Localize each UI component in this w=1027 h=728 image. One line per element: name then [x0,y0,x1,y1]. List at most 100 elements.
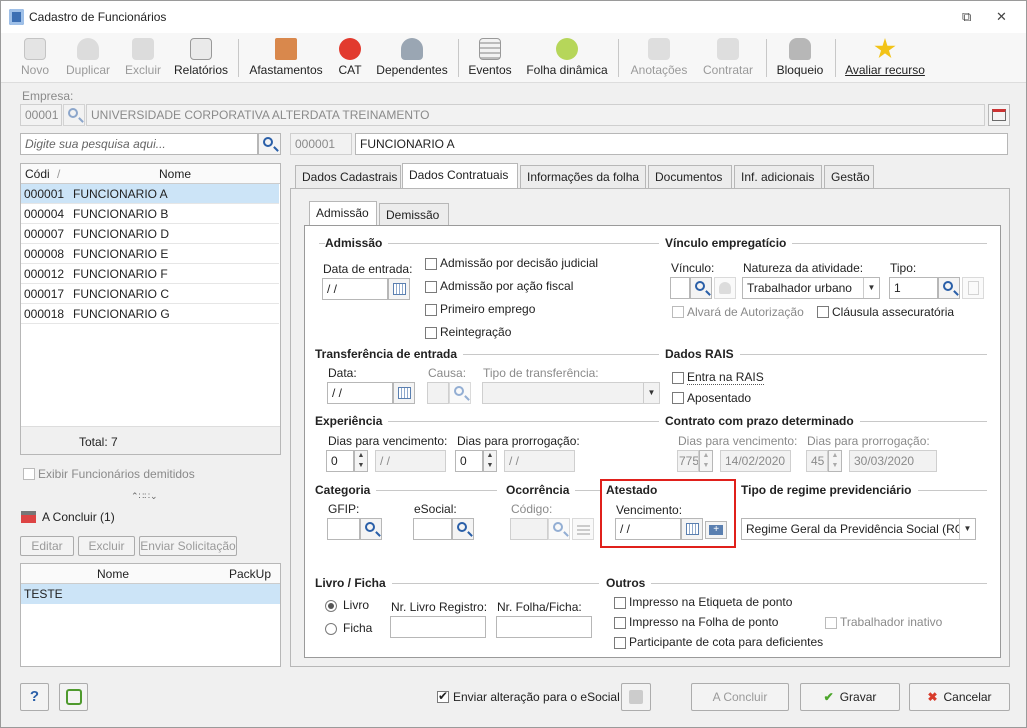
sheet-number-input[interactable] [496,616,592,638]
employee-name-field[interactable]: FUNCIONARIO A [355,133,1008,155]
list-item[interactable]: 000001 FUNCIONARIO A [21,184,279,204]
printed-label-label: Impresso na Etiqueta de ponto [629,595,793,609]
show-dismissed-checkbox[interactable] [23,468,35,480]
type-input[interactable]: 1 [889,277,938,299]
cancel-button[interactable]: ✖ Cancelar [909,683,1010,711]
tab-documentos[interactable]: Documentos [648,165,732,189]
retired-checkbox[interactable] [672,392,684,404]
reintegration-checkbox[interactable] [425,327,437,339]
assurance-clause-checkbox[interactable] [817,306,829,318]
printed-timesheet-checkbox[interactable] [614,617,626,629]
help-button[interactable]: ? [20,683,49,711]
book-number-input[interactable] [390,616,486,638]
esocial-search-button[interactable] [452,518,474,540]
list-item[interactable]: 000004 FUNCIONARIO B [21,204,279,224]
employee-name: FUNCIONARIO A [73,187,168,201]
column-nome[interactable]: Nome [97,567,129,581]
list-item[interactable]: 000017 FUNCIONARIO C [21,284,279,304]
tab-dados-cadastrais[interactable]: Dados Cadastrais [295,165,401,189]
send-esocial-label: Enviar alteração para o eSocial [453,690,620,704]
subtab-admissao[interactable]: Admissão [309,201,377,227]
splitter-handle[interactable]: ⌃∷∷⌄ [131,491,158,502]
certificate-add-button[interactable]: + [705,521,727,539]
rais-checkbox[interactable] [672,372,684,384]
certificate-due-picker[interactable] [681,518,703,540]
show-dismissed-label: Exibir Funcionários demitidos [38,467,195,481]
close-icon[interactable]: ✕ [996,9,1007,25]
toolbar-separator [238,39,239,77]
duplicate-users-icon [77,38,99,60]
permit-label: Alvará de Autorização [687,305,804,319]
save-button[interactable]: ✔ Gravar [800,683,900,711]
restore-icon[interactable]: ⧉ [962,9,971,25]
book-radio[interactable] [325,600,337,612]
star-icon [874,38,896,59]
cat-button[interactable]: CAT [333,36,367,80]
gfip-search-button[interactable] [360,518,382,540]
transfer-date-picker[interactable] [393,382,415,404]
first-job-label: Primeiro emprego [440,302,536,316]
employee-list: Códi / Nome 000001 FUNCIONARIO A 000004 FUN… [20,163,281,455]
esocial-label: eSocial: [414,502,457,516]
column-code[interactable]: Códi [25,167,50,181]
column-packup[interactable]: PackUp [229,567,271,581]
list-item[interactable]: 000007 FUNCIONARIO D [21,224,279,244]
bond-search-button[interactable] [690,277,712,299]
subtab-demissao[interactable]: Demissão [379,203,449,227]
window-icon [992,109,1006,121]
dynamic-sheet-button[interactable]: Folha dinâmica [523,36,611,80]
gfip-input[interactable] [327,518,360,540]
judicial-admission-checkbox[interactable] [425,258,437,270]
transfer-date-input[interactable]: / / [327,382,393,404]
dependents-button[interactable]: Dependentes [374,36,450,80]
fiscal-admission-checkbox[interactable] [425,281,437,293]
entry-date-input[interactable]: / / [322,278,388,300]
events-button[interactable]: Eventos [467,36,513,80]
tab-dados-contratuais[interactable]: Dados Contratuais [402,163,518,189]
form-radio[interactable] [325,623,337,635]
section-ocorrencia: Ocorrência [506,483,576,497]
list-item[interactable]: 000012 FUNCIONARIO F [21,264,279,284]
add-user-icon [719,282,731,294]
employee-code: 000008 [24,247,65,261]
assurance-clause-label: Cláusula assecuratória [832,305,955,319]
list-item[interactable]: 000008 FUNCIONARIO E [21,244,279,264]
bond-input[interactable] [670,277,690,299]
export-button[interactable] [59,683,88,711]
reports-button[interactable]: Relatórios [171,36,231,80]
employee-registration-window: Cadastro de Funcionários ⧉ ✕ Novo Duplic… [0,0,1027,728]
exp-extension-days-input[interactable]: 0 [455,450,483,472]
add-icon: + [709,525,723,535]
tab-informacoes-folha[interactable]: Informações da folha [520,165,646,189]
tab-gestao[interactable]: Gestão [824,165,874,189]
send-esocial-checkbox[interactable] [437,689,449,703]
section-rais: Dados RAIS [665,347,740,361]
esocial-input[interactable] [413,518,452,540]
lock-button[interactable]: Bloqueio [773,36,827,80]
regime-select[interactable]: Regime Geral da Previdência Social (RGPS… [741,518,976,540]
exp-due-days-input[interactable]: 0 [326,450,354,472]
occurrence-list-button [572,518,594,540]
disability-quota-checkbox[interactable] [614,637,626,649]
absences-button[interactable]: Afastamentos [247,36,325,80]
certificate-due-input[interactable]: / / [615,518,681,540]
printed-label-checkbox[interactable] [614,597,626,609]
search-button[interactable] [258,133,281,155]
search-input[interactable]: Digite sua pesquisa aqui... [20,133,258,155]
company-details-button[interactable] [988,104,1010,126]
column-name[interactable]: Nome [159,167,191,181]
first-job-checkbox[interactable] [425,304,437,316]
section-regime: Tipo de regime previdenciário [741,483,918,497]
entry-date-picker[interactable] [388,278,410,300]
exp-extension-days-spinner[interactable]: ▲ ▼ [483,450,497,472]
type-search-button[interactable] [938,277,960,299]
table-row[interactable]: TESTE [21,584,280,604]
exp-due-days-spinner[interactable]: ▲ ▼ [354,450,368,472]
search-icon [454,386,464,396]
tab-bar: Dados Cadastrais Dados Contratuais Infor… [295,163,915,189]
activity-nature-select[interactable]: Trabalhador urbano ▼ [742,277,880,299]
rate-feature-button[interactable]: Avaliar recurso [843,36,927,80]
list-item[interactable]: 000018 FUNCIONARIO G [21,304,279,324]
tab-inf-adicionais[interactable]: Inf. adicionais [734,165,822,189]
duplicate-button: Duplicar [61,36,115,80]
